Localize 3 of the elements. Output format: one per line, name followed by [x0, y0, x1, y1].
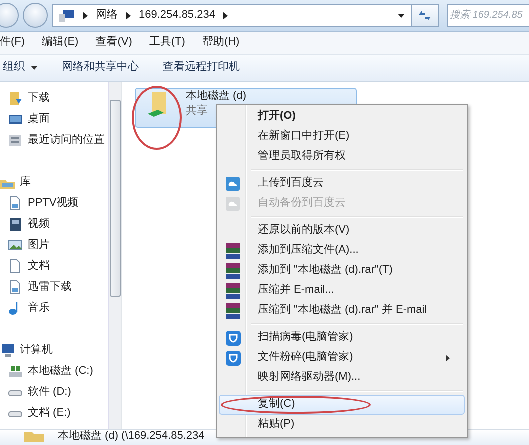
file-status: 共享	[186, 105, 209, 118]
file-name: 本地磁盘 (d)	[186, 90, 246, 104]
details-text: 本地磁盘 (d) (\169.254.85.234	[58, 430, 205, 443]
